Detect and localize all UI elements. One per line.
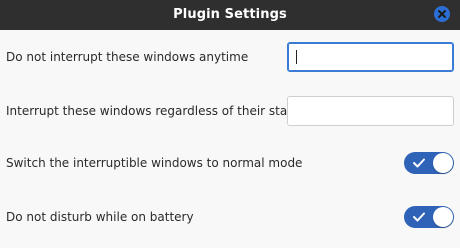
setting-row-normal-mode: Switch the interruptible windows to norm… [0, 136, 460, 190]
setting-label-no-interrupt: Do not interrupt these windows anytime [6, 50, 249, 64]
toggle-knob [433, 207, 453, 227]
no-interrupt-windows-input[interactable] [287, 42, 454, 72]
normal-mode-toggle[interactable] [404, 152, 454, 174]
setting-row-force-interrupt: Interrupt these windows regardless of th… [0, 84, 460, 138]
setting-label-force-interrupt: Interrupt these windows regardless of th… [6, 104, 300, 118]
dialog-title: Plugin Settings [173, 7, 287, 22]
setting-label-normal-mode: Switch the interruptible windows to norm… [6, 156, 303, 170]
text-caret [296, 50, 297, 64]
close-icon [438, 10, 446, 18]
setting-row-battery: Do not disturb while on battery [0, 190, 460, 244]
setting-row-no-interrupt: Do not interrupt these windows anytime [0, 30, 460, 84]
force-interrupt-windows-input[interactable] [287, 96, 454, 126]
check-icon [413, 158, 425, 168]
battery-dnd-toggle[interactable] [404, 206, 454, 228]
setting-label-battery: Do not disturb while on battery [6, 210, 194, 224]
plugin-settings-dialog: Plugin Settings Do not interrupt these w… [0, 0, 460, 248]
titlebar: Plugin Settings [0, 0, 460, 30]
check-icon [413, 212, 425, 222]
close-button[interactable] [434, 6, 450, 22]
toggle-knob [433, 153, 453, 173]
settings-content: Do not interrupt these windows anytime I… [0, 30, 460, 248]
